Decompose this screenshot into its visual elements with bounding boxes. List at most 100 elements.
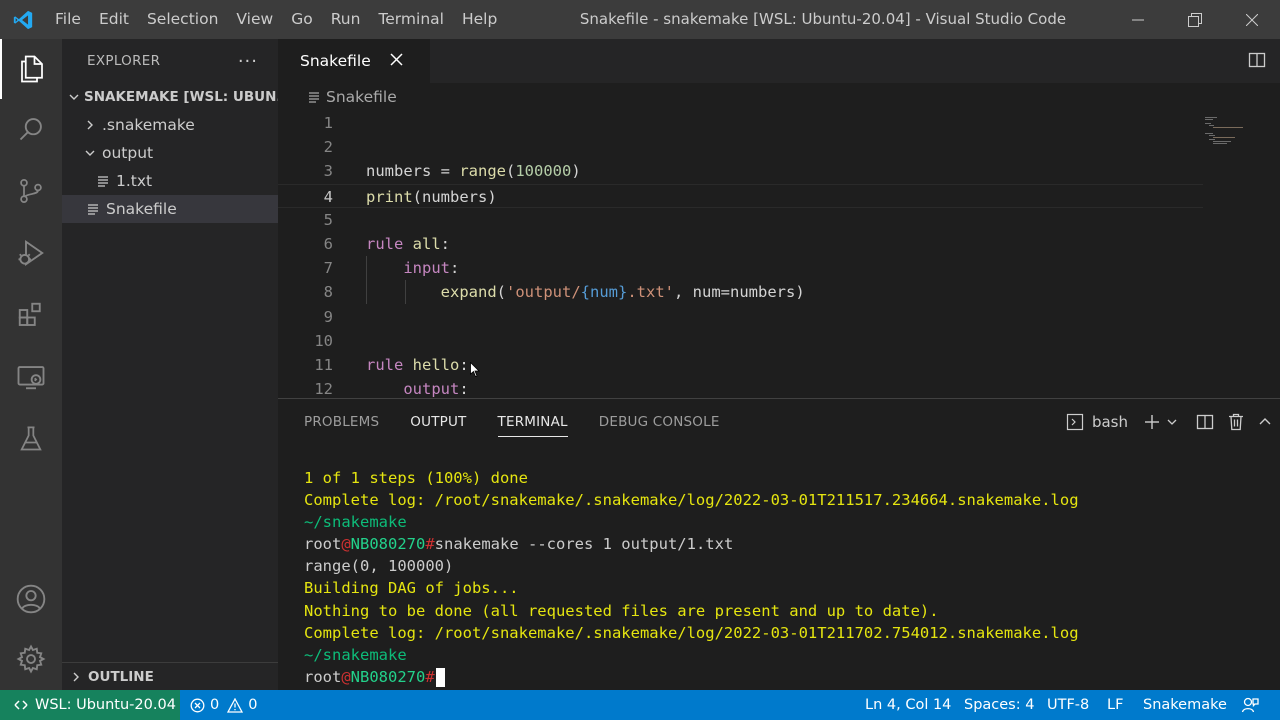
code-line[interactable]: 10 [278,329,1203,353]
tree-item-snakemake-folder[interactable]: .snakemake [62,111,278,139]
terminal-line: Building DAG of jobs... [304,577,1264,599]
close-window-button[interactable] [1223,0,1280,39]
code-line[interactable]: 4 print(numbers) [278,183,1203,208]
account-icon[interactable] [0,569,62,629]
line-code: output: [366,377,469,398]
chevron-right-icon [82,119,98,131]
code-line[interactable]: 7 input: [278,256,1203,280]
code-token: : [440,235,451,253]
error-icon [190,698,205,712]
code-line[interactable]: 11 rule hello: [278,353,1203,377]
code-token: rule [366,356,404,374]
tab-output[interactable]: OUTPUT [410,399,466,445]
code-line[interactable]: 5 [278,208,1203,232]
code-token: (numbers) [412,187,497,206]
problems-indicator[interactable]: 0 0 [190,690,257,720]
terminal-line: ~/snakemake [304,511,1264,533]
new-terminal-icon[interactable] [1144,414,1160,430]
tree-item-snakefile[interactable]: Snakefile [62,195,278,223]
workspace-folder-header[interactable]: SNAKEMAKE [WSL: UBUN... [62,83,278,111]
menu-go[interactable]: Go [282,0,322,39]
cursor-position[interactable]: Ln 4, Col 14 [865,690,951,720]
chevron-up-icon[interactable] [1258,415,1272,429]
encoding[interactable]: UTF-8 [1047,690,1089,720]
code-token: expand [440,283,497,302]
line-number: 1 [323,114,333,132]
testing-icon[interactable] [0,409,62,469]
code-line[interactable]: 9 [278,305,1203,329]
code-line[interactable]: 2 [278,135,1203,159]
extensions-icon[interactable] [0,285,62,345]
menu-terminal[interactable]: Terminal [369,0,453,39]
code-line[interactable]: 3 numbers = range(100000) [278,159,1203,183]
close-icon[interactable] [390,52,403,70]
menu-selection[interactable]: Selection [138,0,227,39]
code-line[interactable]: 8 expand('output/{num}.txt', num=numbers… [278,280,1203,304]
menu-view[interactable]: View [227,0,282,39]
terminal-text: NB080270 [350,535,426,554]
code-token: input [403,259,450,278]
menu-help[interactable]: Help [453,0,506,39]
code-line[interactable]: 6 rule all: [278,232,1203,256]
terminal-output[interactable]: 1 of 1 steps (100%) done Complete log: /r… [304,467,1264,688]
indentation[interactable]: Spaces: 4 [964,690,1034,720]
terminal-line: ~/snakemake [304,644,1264,666]
tab-label: Snakefile [300,52,371,70]
code-line[interactable]: 12 output: [278,377,1203,398]
search-icon[interactable] [0,99,62,159]
tab-debug-console[interactable]: DEBUG CONSOLE [599,399,720,445]
menu-run[interactable]: Run [322,0,370,39]
status-bar: WSL: Ubuntu-20.04 0 0 Ln 4, Col 14 Space… [0,690,1280,720]
terminal-line: root@NB080270#snakemake --cores 1 output… [304,533,1264,555]
terminal-text: snakemake --cores 1 output/1.txt [434,535,734,554]
feedback-icon[interactable] [1241,690,1259,720]
tab-problems[interactable]: PROBLEMS [304,399,379,445]
chevron-down-icon [68,91,80,103]
code-token: .txt' [627,283,674,302]
code-editor[interactable]: 1 2 3 numbers = range(100000) 4 print(numbers… [278,111,1280,398]
files-icon[interactable] [0,39,62,99]
terminal-line: root@NB080270# [304,666,1264,688]
more-actions-icon[interactable]: ··· [238,51,258,72]
split-editor-icon[interactable] [1248,51,1266,73]
tree-item-1-txt[interactable]: 1.txt [62,167,278,195]
code-token: : [459,356,469,374]
outline-section-header[interactable]: OUTLINE [62,662,278,690]
tree-item-output-folder[interactable]: output [62,139,278,167]
text-file-icon [96,175,110,187]
trash-icon[interactable] [1228,413,1244,431]
split-terminal-icon[interactable] [1196,413,1214,431]
tab-terminal[interactable]: TERMINAL [497,399,569,445]
menu-edit[interactable]: Edit [90,0,138,39]
vscode-logo-icon [0,0,46,39]
remote-indicator[interactable]: WSL: Ubuntu-20.04 [0,690,180,720]
chevron-down-icon[interactable] [1166,416,1178,428]
minimap-preview [1205,117,1243,144]
shell-name: bash [1091,413,1128,431]
minimize-button[interactable] [1109,0,1166,39]
line-code: rule all: [366,232,450,256]
code-token: print [366,187,413,206]
line-number: 8 [323,283,333,302]
menu-file[interactable]: File [46,0,90,39]
minimap[interactable] [1203,111,1280,398]
source-control-icon[interactable] [0,161,62,221]
code-line[interactable]: 1 [278,111,1203,135]
terminal-selector[interactable]: bash [1066,413,1128,431]
restore-button[interactable] [1166,0,1223,39]
end-of-line[interactable]: LF [1107,690,1123,720]
run-debug-icon[interactable] [0,223,62,283]
terminal-text: ~/snakemake [304,645,407,664]
code-token: : [459,380,469,398]
settings-gear-icon[interactable] [0,629,62,689]
mouse-pointer-icon [470,361,480,382]
chevron-down-icon [82,147,98,159]
remote-explorer-icon[interactable] [0,347,62,407]
terminal-icon [1066,413,1084,431]
tab-snakefile[interactable]: Snakefile [278,39,430,83]
language-mode[interactable]: Snakemake [1143,690,1227,720]
tree-item-label: 1.txt [116,172,153,190]
terminal-line: Complete log: /root/snakemake/.snakemake… [304,489,1264,511]
breadcrumb[interactable]: Snakefile [278,83,1280,111]
